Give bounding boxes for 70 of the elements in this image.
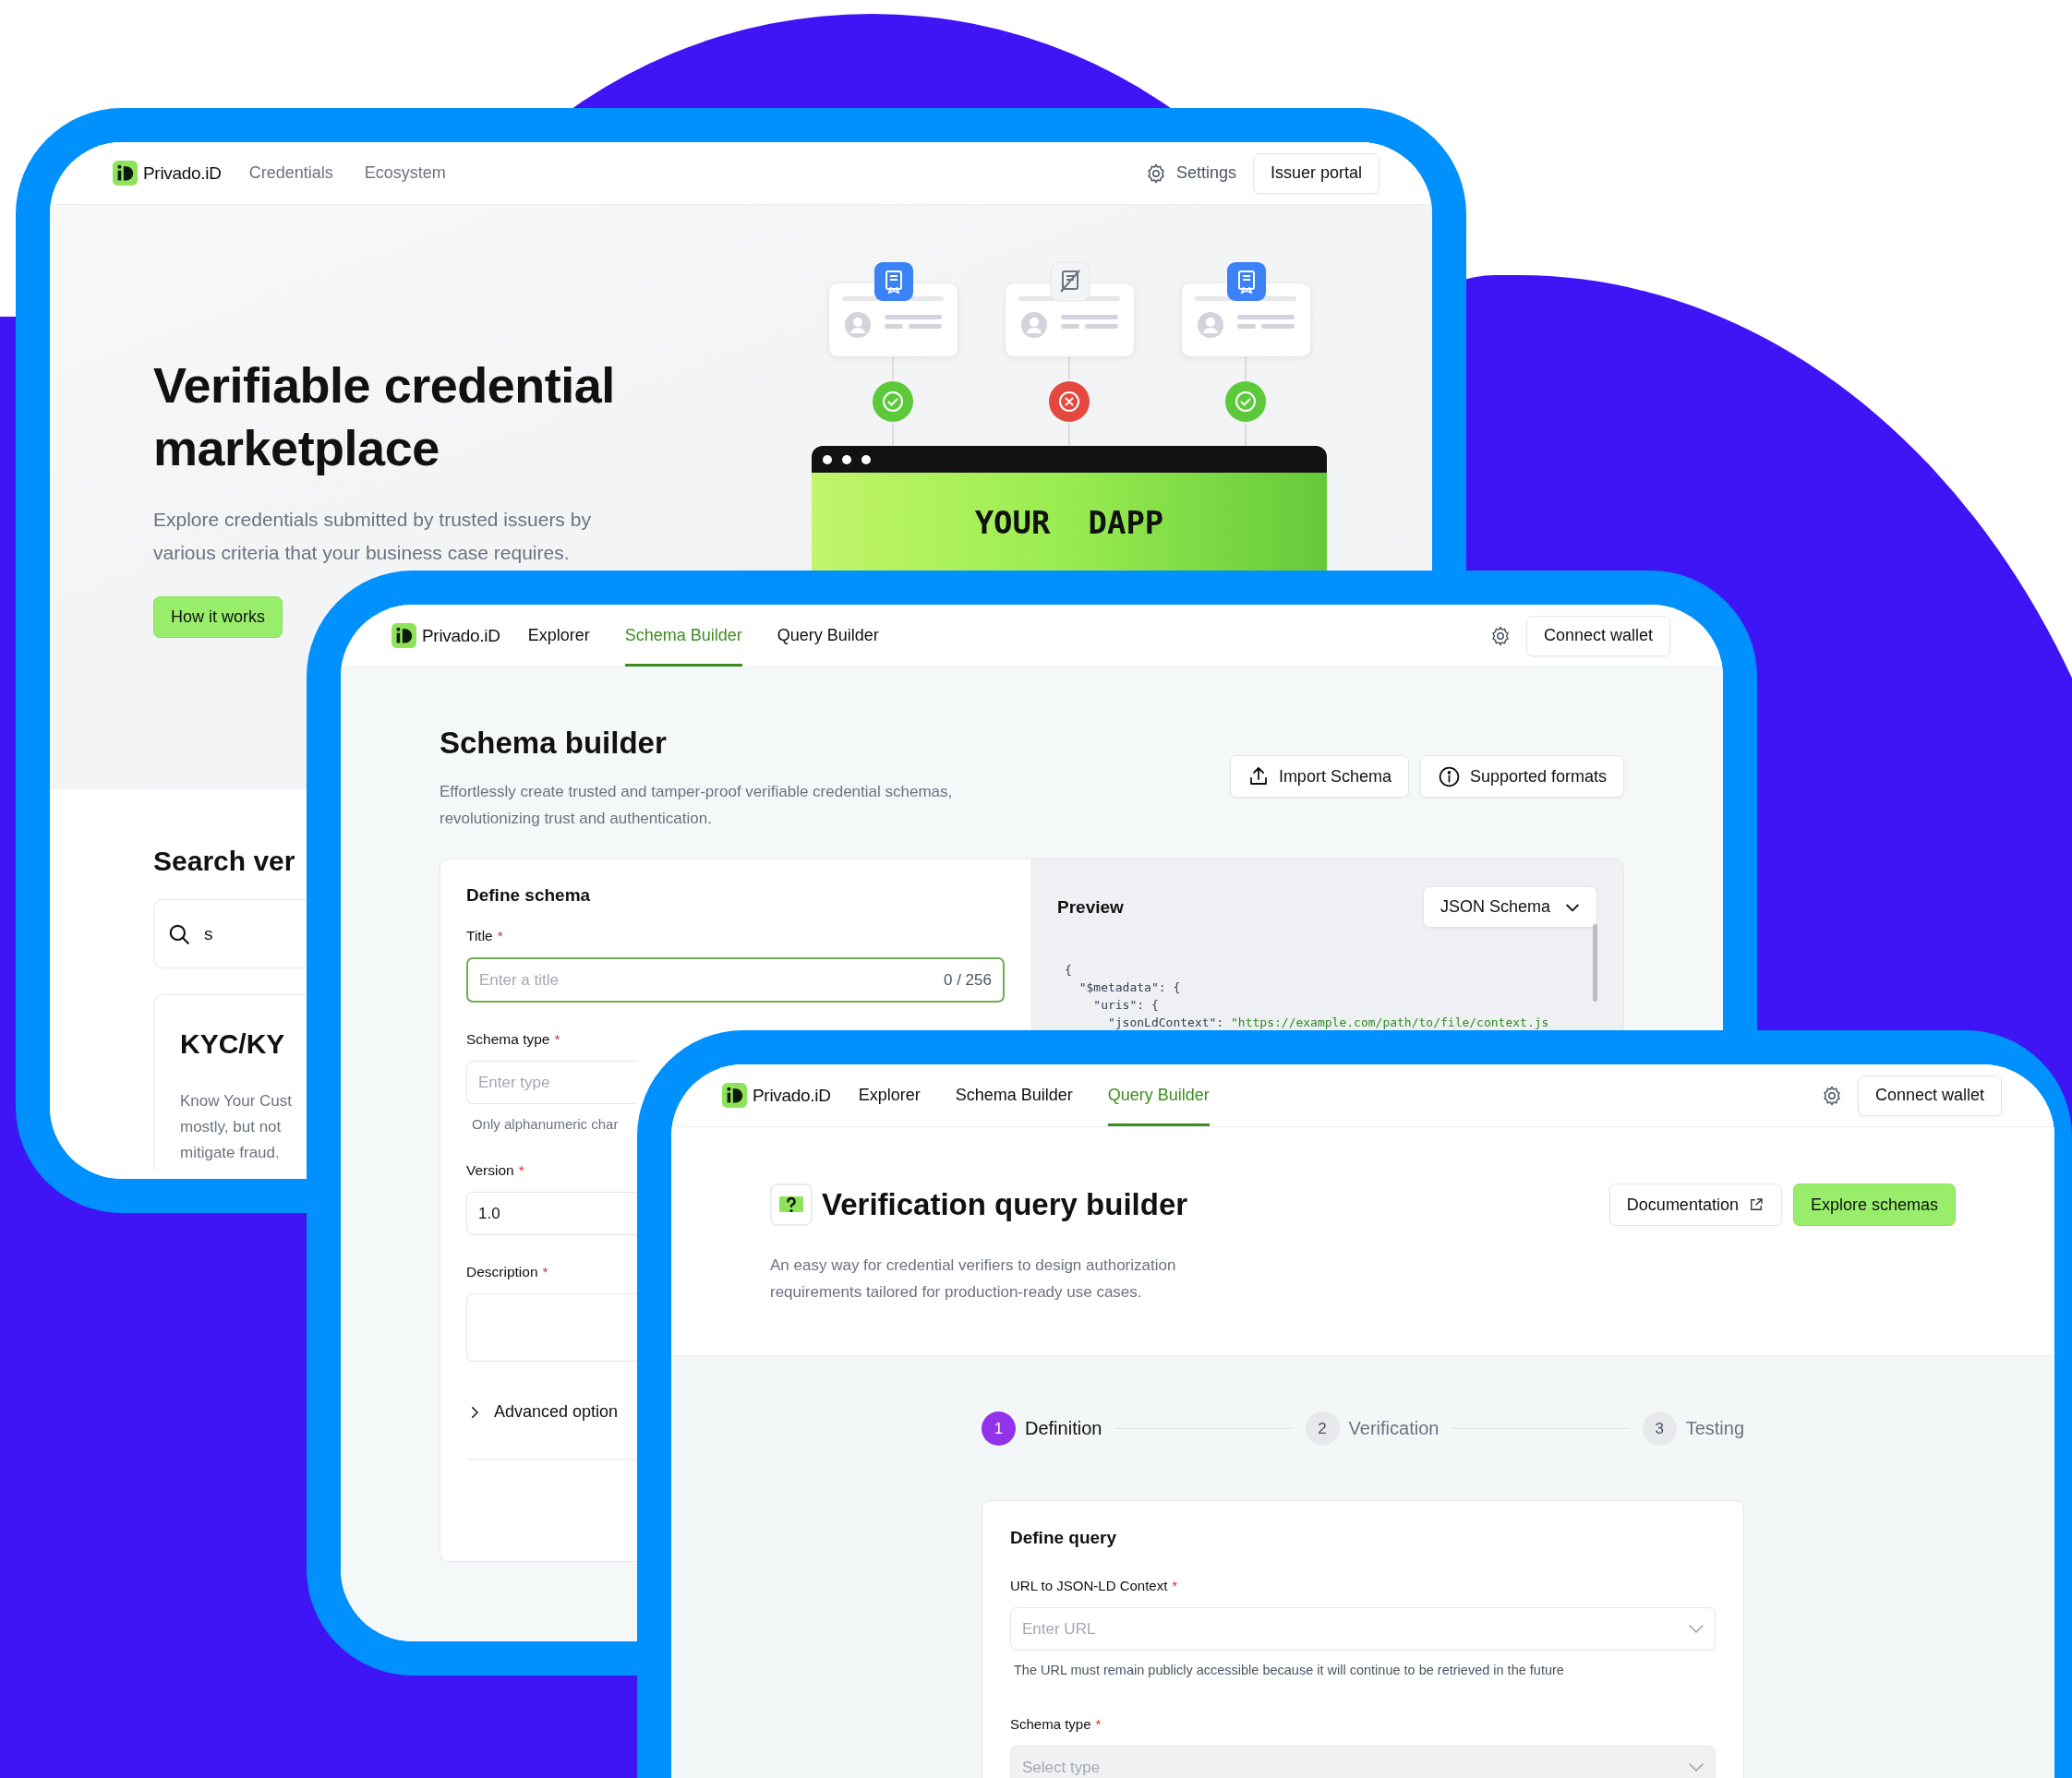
chevron-down-icon xyxy=(1689,1625,1704,1633)
code-line: "uris": { xyxy=(1092,997,1160,1014)
field-label: Schema type * xyxy=(1010,1715,1102,1734)
code-line: { xyxy=(1065,962,1073,979)
advanced-options-toggle[interactable]: Advanced option xyxy=(466,1402,619,1422)
action-button[interactable]: Documentation xyxy=(1608,1183,1782,1226)
scrollbar[interactable] xyxy=(1593,924,1597,1002)
avatar-icon xyxy=(1020,311,1048,339)
nav-link[interactable]: Query Builder xyxy=(777,605,879,667)
step-number[interactable]: 1 xyxy=(982,1412,1016,1446)
header-button[interactable]: Connect wallet xyxy=(1525,615,1670,656)
header-button[interactable]: Issuer portal xyxy=(1252,152,1379,194)
section-heading: Search ver xyxy=(153,845,296,878)
nav-link[interactable]: Schema Builder xyxy=(955,1064,1073,1126)
field-label: Version * xyxy=(466,1161,524,1180)
action-button[interactable]: Explore schemas xyxy=(1792,1183,1956,1226)
card-text: mitigate fraud. xyxy=(180,1143,280,1163)
chevron-down-icon xyxy=(1689,1763,1704,1772)
card-text: Know Your Cust xyxy=(180,1091,292,1111)
hero-title: Verifiable credential marketplace xyxy=(153,356,616,477)
card-title: KYC/KY xyxy=(180,1027,285,1061)
text-field[interactable]: Enter a title 0 / 256 xyxy=(466,957,1005,1003)
page-description: An easy way for credential verifiers to design authorization requirements tailored for production-ready use cases. xyxy=(770,1255,1177,1303)
logo-icon[interactable] xyxy=(722,1083,747,1108)
header-button[interactable]: Connect wallet xyxy=(1857,1075,2002,1116)
field-label: Title * xyxy=(466,927,503,945)
field-label: Description * xyxy=(466,1263,548,1281)
step-number[interactable]: 3 xyxy=(1642,1412,1677,1446)
step-label[interactable]: Definition xyxy=(1025,1418,1102,1439)
page-title: Verification query builder xyxy=(822,1186,1188,1223)
code-line: "jsonLdContext": "https://example.com/path/to/file/context.js xyxy=(1106,1015,1550,1031)
settings-button[interactable]: Settings xyxy=(1144,162,1236,185)
info-icon xyxy=(1437,764,1461,788)
helper-text: Only alphanumeric char xyxy=(471,1115,619,1134)
page-description: Effortlessly create trusted and tamper-proof verifiable credential schemas, revolutionizing trust and authentication. xyxy=(440,782,954,829)
avatar-icon xyxy=(844,311,872,339)
nav-link[interactable]: Explorer xyxy=(527,605,590,667)
credential-card[interactable]: KYC/KY Know Your Cust mostly, but not mitigate fraud. xyxy=(153,994,307,1170)
card-text: mostly, but not xyxy=(180,1117,282,1137)
logo-icon[interactable] xyxy=(113,161,138,186)
step-number[interactable]: 2 xyxy=(1305,1412,1340,1446)
text-field[interactable]: 1.0 xyxy=(466,1192,637,1235)
brand-name[interactable]: Privado.iD xyxy=(422,625,500,646)
character-counter: 0 / 256 xyxy=(944,970,992,990)
action-button[interactable]: Import Schema xyxy=(1229,755,1409,798)
code-line: "$metadata": { xyxy=(1078,979,1182,996)
hero-subtitle: Explore credentials submitted by trusted issuers by various criteria that your business case requires. xyxy=(153,508,592,565)
section-title: Define schema xyxy=(466,884,592,907)
nav-link[interactable]: Ecosystem xyxy=(364,142,446,204)
helper-text: The URL must remain publicly accessible because it will continue to be retrieved in the future xyxy=(1013,1662,1564,1679)
field-label: Schema type * xyxy=(466,1030,560,1049)
field-label: URL to JSON-LD Context * xyxy=(1010,1577,1178,1595)
page-title: Schema builder xyxy=(440,725,668,762)
brand-name[interactable]: Privado.iD xyxy=(753,1085,831,1106)
dapp-label: YOUR DAPP xyxy=(974,504,1164,543)
step-label[interactable]: Testing xyxy=(1685,1418,1744,1439)
nav-link[interactable]: Credentials xyxy=(248,142,333,204)
logo-icon[interactable] xyxy=(392,623,416,648)
brand-name[interactable]: Privado.iD xyxy=(143,162,222,184)
section-title: Define query xyxy=(1010,1527,1118,1549)
format-dropdown[interactable]: JSON Schema xyxy=(1422,886,1597,928)
action-button[interactable]: Supported formats xyxy=(1419,755,1624,798)
select-field: Select type xyxy=(1010,1746,1716,1778)
how-it-works-button[interactable]: How it works xyxy=(153,596,283,638)
nav-link[interactable]: Explorer xyxy=(858,1064,921,1126)
search-field[interactable]: s xyxy=(153,899,307,968)
section-title: Preview xyxy=(1057,896,1124,918)
step-label[interactable]: Verification xyxy=(1348,1418,1440,1439)
avatar-icon xyxy=(1197,311,1224,339)
question-icon xyxy=(770,1183,813,1226)
